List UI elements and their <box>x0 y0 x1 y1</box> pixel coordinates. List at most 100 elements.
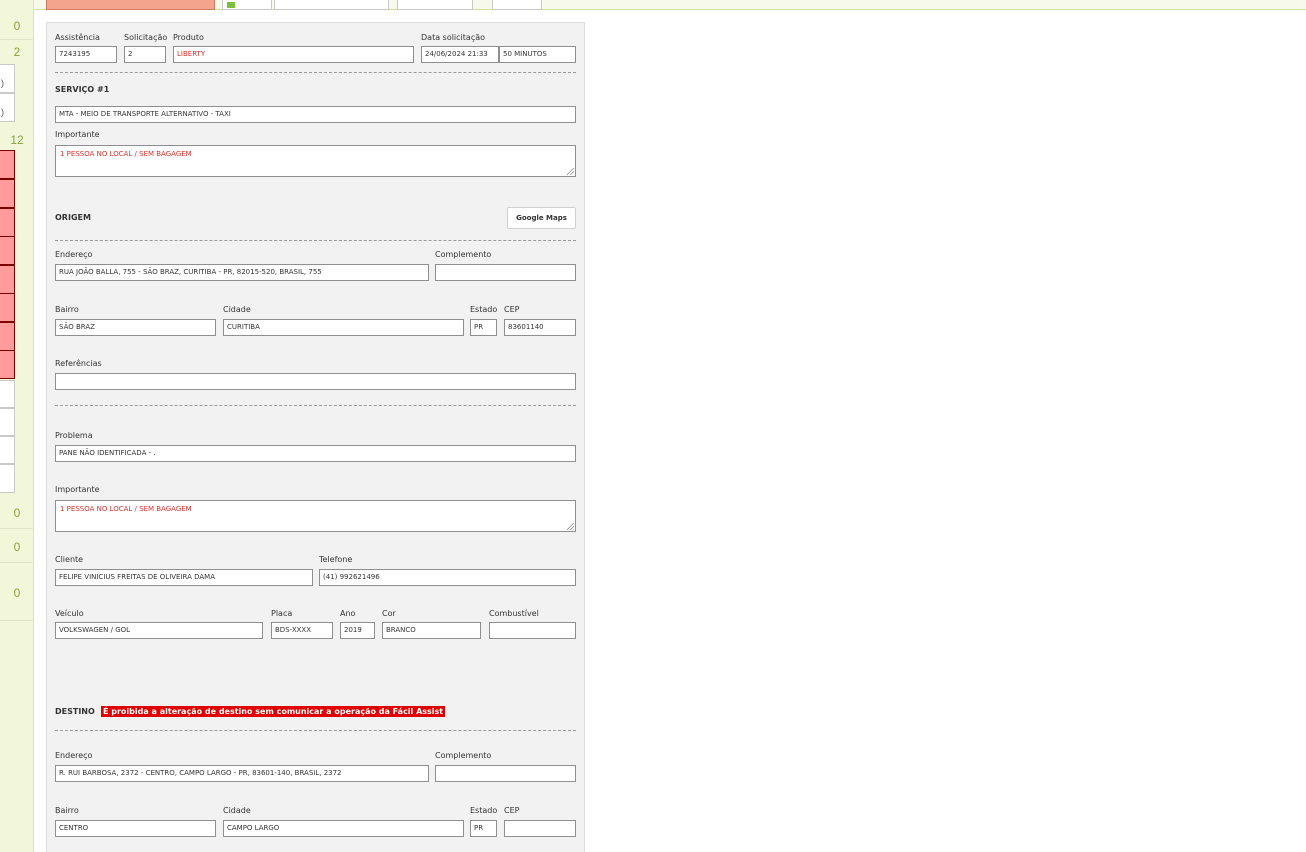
toolbar-button[interactable] <box>46 0 215 10</box>
list-item[interactable] <box>0 293 15 322</box>
combustivel-field[interactable] <box>489 622 576 639</box>
referencias-label: Referências <box>55 359 102 368</box>
duracao-field[interactable]: 50 MINUTOS <box>499 46 576 63</box>
origem-bairro-field[interactable]: SÃO BRAZ <box>55 319 216 336</box>
count-badge: 0 <box>13 506 21 520</box>
list-item[interactable]: ) <box>0 64 15 93</box>
importante-text: 1 PESSOA NO LOCAL / SEM BAGAGEM <box>60 150 192 158</box>
problema-label: Problema <box>55 431 93 440</box>
count-badge: 0 <box>13 19 21 33</box>
toolbar-field[interactable] <box>274 0 389 10</box>
list-item[interactable] <box>0 208 15 237</box>
list-item[interactable] <box>0 150 15 179</box>
section-divider <box>55 72 576 73</box>
count-badge: 2 <box>13 45 21 59</box>
importante-text: 1 PESSOA NO LOCAL / SEM BAGAGEM <box>60 505 192 513</box>
assistencia-field[interactable]: 7243195 <box>55 46 117 63</box>
toolbar-field[interactable] <box>397 0 473 10</box>
list-item[interactable] <box>0 436 15 464</box>
row-fragment: ) <box>1 78 4 88</box>
top-toolbar <box>34 0 1306 10</box>
produto-field[interactable]: LIBERTY <box>173 46 414 63</box>
ano-field[interactable]: 2019 <box>340 622 375 639</box>
list-item[interactable] <box>0 179 15 208</box>
divider <box>0 528 34 529</box>
divider <box>0 562 34 563</box>
destino-title: DESTINO <box>55 707 95 716</box>
destino-cep-field[interactable] <box>504 820 576 837</box>
cor-label: Cor <box>382 609 396 618</box>
solicitacao-field[interactable]: 2 <box>124 46 166 63</box>
toolbar-button[interactable] <box>222 0 272 10</box>
google-maps-button[interactable]: Google Maps <box>507 207 576 229</box>
estado-label: Estado <box>470 305 498 314</box>
section-divider <box>55 730 576 731</box>
veiculo-field[interactable]: VOLKSWAGEN / GOL <box>55 622 263 639</box>
placa-label: Placa <box>271 609 293 618</box>
left-sidebar-strip: 0 2 ) ) 12 0 0 0 <box>0 0 34 852</box>
solicitacao-label: Solicitação <box>124 33 168 42</box>
referencias-field[interactable] <box>55 373 576 390</box>
complemento-label: Complemento <box>435 751 492 760</box>
origem-endereco-field[interactable]: RUA JOÃO BALLA, 755 - SÃO BRAZ, CURITIBA… <box>55 264 429 281</box>
count-badge: 0 <box>13 540 21 554</box>
destino-endereco-field[interactable]: R. RUI BARBOSA, 2372 - CENTRO, CAMPO LAR… <box>55 765 429 782</box>
list-item[interactable] <box>0 464 15 493</box>
ano-label: Ano <box>340 609 356 618</box>
list-item[interactable] <box>0 350 15 379</box>
origem-estado-field[interactable]: PR <box>470 319 497 336</box>
endereco-label: Endereço <box>55 751 93 760</box>
origem-complemento-field[interactable] <box>435 264 576 281</box>
service-form-panel: Assistência 7243195 Solicitação 2 Produt… <box>46 22 585 852</box>
green-square-icon <box>227 2 235 8</box>
resize-grip-icon[interactable] <box>567 523 574 530</box>
complemento-label: Complemento <box>435 250 492 259</box>
importante-textarea[interactable]: 1 PESSOA NO LOCAL / SEM BAGAGEM <box>55 500 576 532</box>
data-solicitacao-label: Data solicitação <box>421 33 486 42</box>
servico-title: SERVIÇO #1 <box>55 85 110 94</box>
data-solicitacao-field[interactable]: 24/06/2024 21:33 <box>421 46 499 63</box>
section-divider <box>55 240 576 241</box>
divider <box>0 39 34 40</box>
endereco-label: Endereço <box>55 250 93 259</box>
row-fragment: ) <box>1 107 4 117</box>
importante-textarea[interactable]: 1 PESSOA NO LOCAL / SEM BAGAGEM <box>55 145 576 177</box>
list-item[interactable] <box>0 322 15 351</box>
list-item[interactable] <box>0 236 15 265</box>
section-divider <box>55 405 576 406</box>
list-item[interactable] <box>0 265 15 294</box>
count-badge: 0 <box>13 586 21 600</box>
list-item[interactable] <box>0 380 15 408</box>
telefone-field[interactable]: (41) 992621496 <box>319 569 576 586</box>
destino-cidade-field[interactable]: CAMPO LARGO <box>223 820 464 837</box>
destino-bairro-field[interactable]: CENTRO <box>55 820 216 837</box>
origem-cep-field[interactable]: 83601140 <box>504 319 576 336</box>
veiculo-label: Veículo <box>55 609 84 618</box>
divider <box>0 620 34 621</box>
servico-field[interactable]: MTA - MEIO DE TRANSPORTE ALTERNATIVO - T… <box>55 106 576 123</box>
assistencia-label: Assistência <box>55 33 100 42</box>
destino-estado-field[interactable]: PR <box>470 820 497 837</box>
combustivel-label: Combustível <box>489 609 539 618</box>
origem-title: ORIGEM <box>55 213 91 222</box>
destino-warning-badge: É proibida a alteração de destino sem co… <box>101 706 446 717</box>
bairro-label: Bairro <box>55 305 79 314</box>
placa-field[interactable]: BDS-XXXX <box>271 622 333 639</box>
toolbar-button[interactable] <box>492 0 542 10</box>
importante-label: Importante <box>55 485 100 494</box>
cor-field[interactable]: BRANCO <box>382 622 481 639</box>
origem-cidade-field[interactable]: CURITIBA <box>223 319 464 336</box>
cliente-field[interactable]: FELIPE VINICIUS FREITAS DE OLIVEIRA DAMA <box>55 569 313 586</box>
bairro-label: Bairro <box>55 806 79 815</box>
count-badge: 12 <box>10 133 24 147</box>
telefone-label: Telefone <box>319 555 353 564</box>
cidade-label: Cidade <box>223 806 251 815</box>
destino-complemento-field[interactable] <box>435 765 576 782</box>
list-item[interactable] <box>0 408 15 436</box>
problema-field[interactable]: PANE NÃO IDENTIFICADA - . <box>55 445 576 462</box>
cidade-label: Cidade <box>223 305 251 314</box>
cliente-label: Cliente <box>55 555 84 564</box>
list-item[interactable]: ) <box>0 93 15 122</box>
importante-label: Importante <box>55 130 100 139</box>
resize-grip-icon[interactable] <box>567 168 574 175</box>
